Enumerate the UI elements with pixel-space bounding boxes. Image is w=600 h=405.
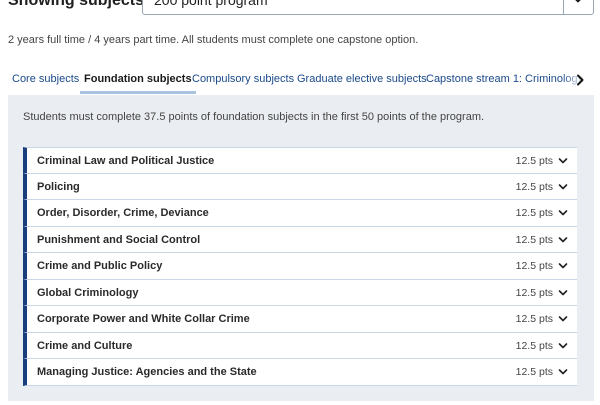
chevron-down-icon [558,263,568,269]
subject-tabs: Core subjects Foundation subjects Compul… [0,66,600,96]
subject-row[interactable]: Punishment and Social Control 12.5 pts [23,226,577,253]
chevron-down-icon [558,342,568,348]
chevron-down-icon [558,289,568,295]
subject-name: Crime and Culture [37,339,133,352]
subject-row[interactable]: Criminal Law and Political Justice 12.5 p… [23,147,577,174]
subject-points: 12.5 pts [515,233,553,246]
subject-points: 12.5 pts [515,155,553,167]
tab-compulsory-subjects[interactable]: Compulsory subjects [192,66,294,94]
subject-points: 12.5 pts [515,339,553,352]
tab-core-subjects[interactable]: Core subjects [12,66,79,94]
subject-name: Punishment and Social Control [37,233,201,246]
chevron-down-icon [558,369,568,375]
subject-row[interactable]: Crime and Public Policy 12.5 pts [23,253,577,280]
panel-intro-text: Students must complete 37.5 points of fo… [23,111,485,123]
program-select-value: 200 point program [154,0,268,8]
subject-name: Corporate Power and White Collar Crime [37,313,250,325]
tab-foundation-subjects[interactable]: Foundation subjects [80,66,196,94]
program-select[interactable]: 200 point program [142,0,594,15]
chevron-down-icon [558,210,568,216]
duration-note: 2 years full time / 4 years part time. A… [8,34,419,46]
subject-name: Order, Disorder, Crime, Deviance [37,207,209,219]
subject-points: 12.5 pts [515,260,553,272]
subject-name: Managing Justice: Agencies and the State [37,366,257,378]
subject-name: Global Criminology [37,286,139,299]
subject-points: 12.5 pts [515,366,553,378]
chevron-down-icon [558,236,568,242]
subject-name: Policing [37,180,80,193]
chevron-down-icon [558,316,568,322]
subject-list: Criminal Law and Political Justice 12.5 p… [23,147,577,386]
subject-row[interactable]: Policing 12.5 pts [23,173,577,200]
program-selector-row: Showing subjects for: 200 point program [0,0,600,15]
subject-row[interactable]: Corporate Power and White Collar Crime 12… [23,306,577,333]
subject-points: 12.5 pts [515,180,553,193]
chevron-down-icon [558,183,568,189]
chevron-right-icon[interactable] [574,74,586,86]
tab-graduate-elective-subjects[interactable]: Graduate elective subjects [297,66,427,94]
subject-name: Criminal Law and Political Justice [37,155,215,167]
chevron-down-icon [575,0,581,3]
subject-row[interactable]: Order, Disorder, Crime, Deviance 12.5 pts [23,200,577,227]
subject-row[interactable]: Managing Justice: Agencies and the State… [23,359,577,386]
subject-points: 12.5 pts [515,313,553,325]
subject-points: 12.5 pts [515,207,553,219]
subject-row[interactable]: Crime and Culture 12.5 pts [23,332,577,359]
subject-points: 12.5 pts [515,286,553,299]
chevron-down-icon [558,158,568,164]
subject-row[interactable]: Global Criminology 12.5 pts [23,279,577,306]
foundation-subjects-panel: Students must complete 37.5 points of fo… [8,95,594,401]
subject-name: Crime and Public Policy [37,260,163,272]
select-divider [563,0,564,14]
